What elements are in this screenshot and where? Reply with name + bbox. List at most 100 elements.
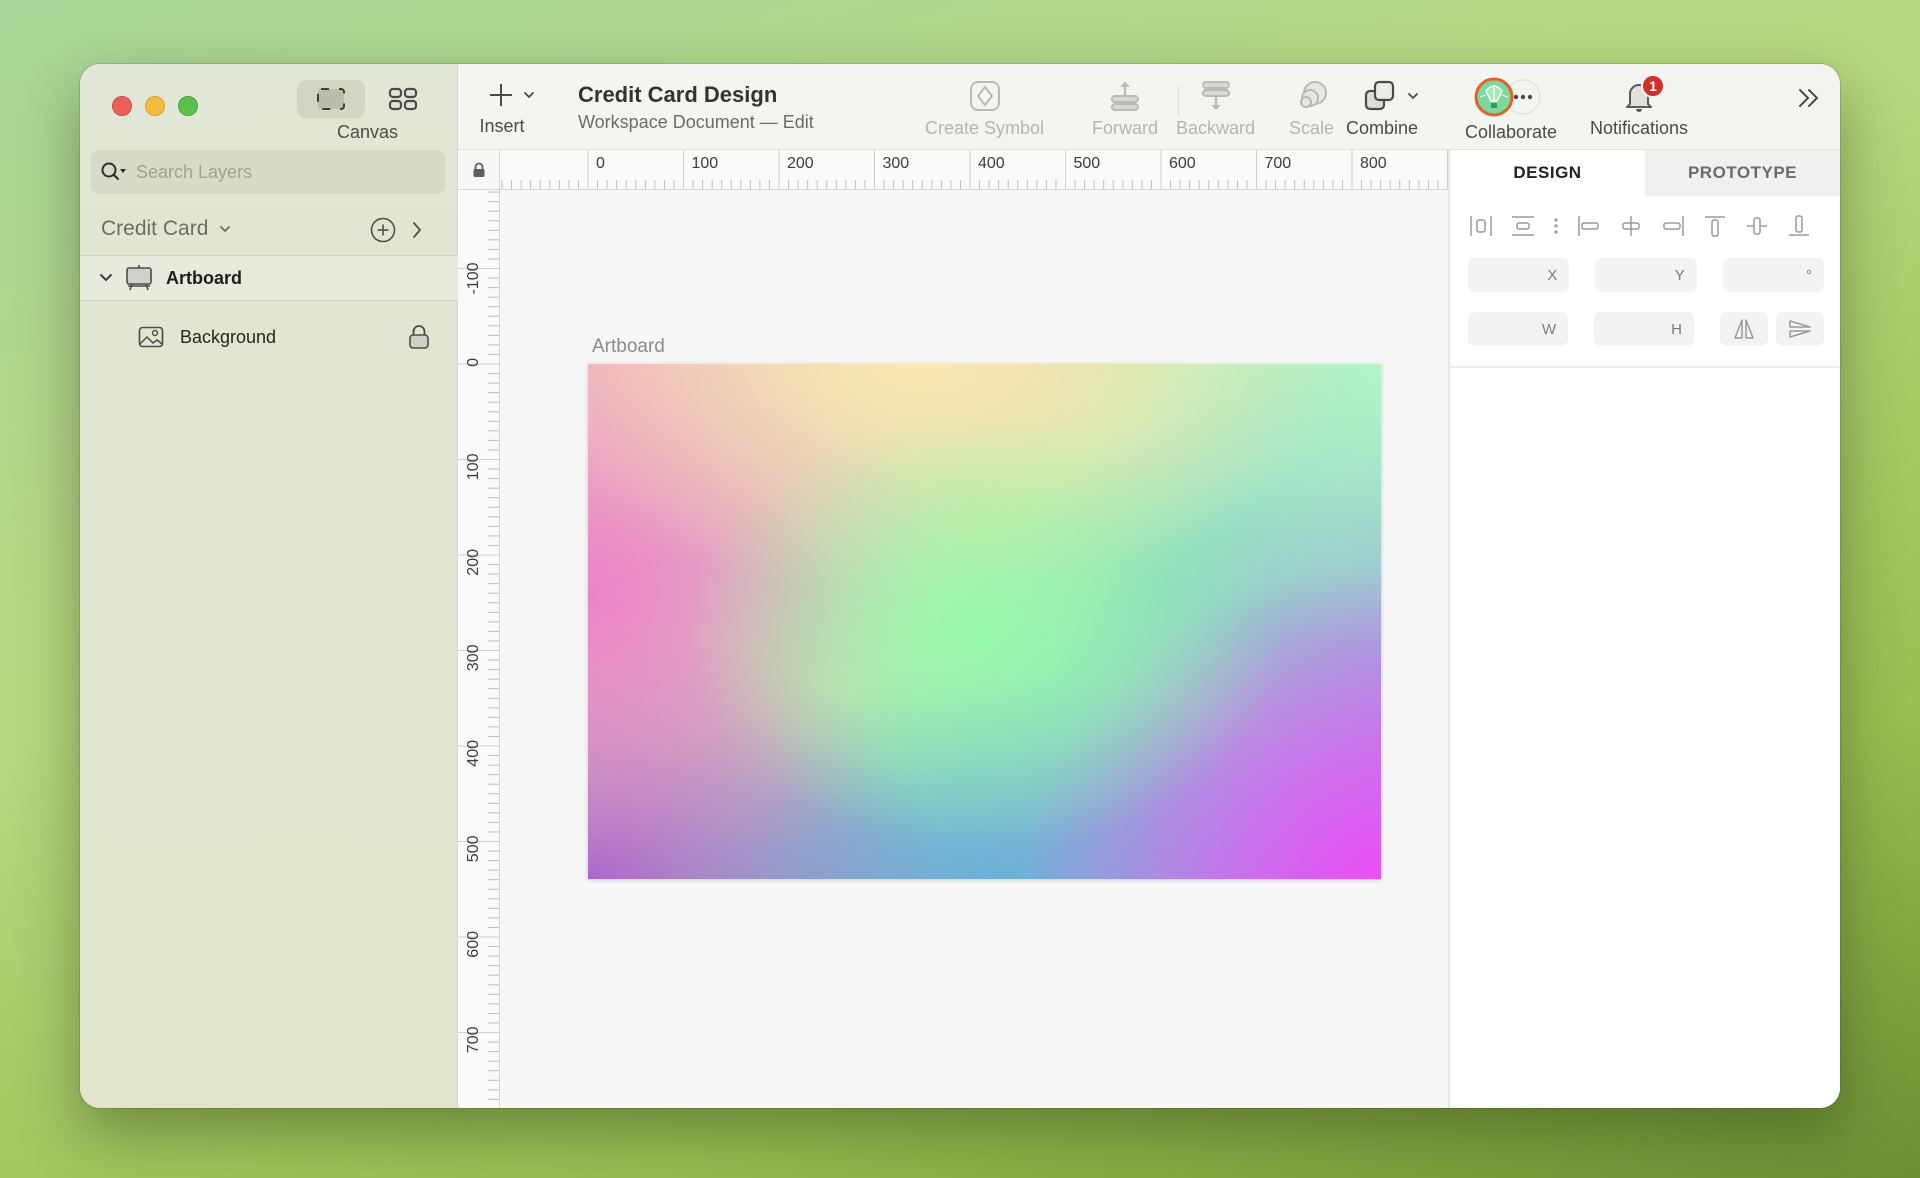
x-input[interactable]	[1483, 266, 1544, 284]
combine-button[interactable]: Combine	[1346, 80, 1420, 139]
image-icon	[138, 326, 164, 348]
backward-button[interactable]: Backward	[1176, 80, 1255, 139]
ruler-lock-toggle[interactable]	[458, 150, 500, 190]
create-symbol-button[interactable]: Create Symbol	[925, 80, 1044, 139]
flip-vertical-button[interactable]	[1776, 312, 1824, 346]
maximize-window-button[interactable]	[178, 96, 198, 116]
align-center-horizontal-icon[interactable]	[1618, 214, 1644, 238]
view-mode-label: Canvas	[337, 122, 399, 142]
lock-icon	[409, 325, 429, 349]
layer-row-artboard[interactable]: Artboard	[80, 255, 458, 301]
ruler-label: 300	[465, 644, 482, 671]
flip-horizontal-icon	[1734, 319, 1754, 339]
more-vertical-icon[interactable]	[1552, 214, 1560, 238]
document-title-block[interactable]: Credit Card Design Workspace Document — …	[578, 82, 814, 133]
collaborate-button[interactable]: Collaborate	[1465, 77, 1558, 143]
align-right-icon[interactable]	[1660, 214, 1686, 238]
tab-design[interactable]: DESIGN	[1450, 150, 1645, 196]
search-layers-field[interactable]	[90, 150, 446, 194]
align-bottom-icon[interactable]	[1786, 214, 1812, 238]
collaborator-avatar[interactable]	[1474, 77, 1514, 117]
y-label: Y	[1674, 266, 1685, 284]
double-chevron-right-icon	[1799, 89, 1819, 107]
rotation-input[interactable]	[1741, 266, 1802, 284]
vertical-ruler-ticks: -100 0 100 200 300 400 500 600 700	[458, 191, 499, 1100]
artboard-title[interactable]: Artboard	[592, 336, 665, 358]
unlock-layer-button[interactable]	[408, 324, 430, 350]
collaborate-label: Collaborate	[1465, 122, 1558, 142]
ruler-label: 200	[787, 155, 814, 172]
forward-label: Forward	[1092, 118, 1159, 138]
ruler-label: 800	[1360, 155, 1387, 172]
rotation-label: °	[1805, 266, 1812, 284]
ruler-label: 500	[1074, 155, 1101, 172]
layer-name: Background	[180, 326, 277, 347]
minimize-window-button[interactable]	[145, 96, 165, 116]
notifications-button[interactable]: 1 Notifications	[1590, 74, 1689, 139]
search-layers-input[interactable]	[136, 161, 426, 183]
align-middle-vertical-icon[interactable]	[1744, 214, 1770, 238]
ruler-label: -100	[465, 262, 482, 294]
plus-circle-icon	[370, 217, 396, 243]
ruler-label: 100	[692, 155, 719, 172]
page-name: Credit Card	[101, 217, 209, 240]
combine-label: Combine	[1345, 118, 1419, 138]
height-label: H	[1671, 320, 1682, 338]
document-title: Credit Card Design	[578, 82, 778, 107]
rotation-field[interactable]: °	[1722, 258, 1824, 292]
canvas-view-icon	[317, 88, 345, 110]
chevron-right-icon	[413, 222, 422, 238]
tab-prototype[interactable]: PROTOTYPE	[1645, 150, 1840, 196]
notifications-label: Notifications	[1590, 118, 1689, 138]
width-input[interactable]	[1477, 320, 1538, 338]
grid-view-icon	[388, 87, 418, 111]
align-top-icon[interactable]	[1702, 214, 1728, 238]
canvas-view-button[interactable]	[297, 80, 365, 118]
expand-toolbar-button[interactable]	[1796, 86, 1822, 110]
insert-button[interactable]: Insert	[479, 80, 536, 137]
lock-icon	[473, 162, 484, 177]
grid-view-button[interactable]	[369, 80, 437, 118]
width-field[interactable]: W	[1468, 312, 1568, 346]
y-input[interactable]	[1610, 266, 1671, 284]
backward-label: Backward	[1176, 118, 1256, 138]
distribute-horizontal-icon[interactable]	[1468, 214, 1494, 238]
close-window-button[interactable]	[112, 96, 132, 116]
align-left-icon[interactable]	[1576, 214, 1602, 238]
scale-label: Scale	[1289, 118, 1335, 138]
height-field[interactable]: H	[1594, 312, 1694, 346]
pages-expand-button[interactable]	[410, 219, 424, 241]
toolbar: Insert Credit Card Design Workspace Docu…	[458, 64, 1840, 150]
ruler-label: 700	[465, 1026, 482, 1053]
artboard-background-gradient[interactable]	[588, 364, 1381, 879]
height-input[interactable]	[1607, 320, 1668, 338]
scale-button[interactable]: Scale	[1289, 80, 1334, 139]
insert-label: Insert	[479, 116, 525, 136]
flip-horizontal-button[interactable]	[1720, 312, 1768, 346]
x-field[interactable]: X	[1468, 258, 1570, 292]
document-subtitle: Workspace Document — Edit	[578, 112, 814, 132]
ruler-label: 0	[465, 358, 482, 367]
view-toggle	[297, 80, 437, 118]
add-page-button[interactable]	[370, 217, 396, 243]
layer-row-background[interactable]: Background	[80, 314, 458, 360]
chevron-down-icon[interactable]	[98, 272, 114, 284]
page-selector[interactable]: Credit Card	[80, 204, 458, 254]
chevron-down-icon	[524, 92, 534, 99]
position-fields: X Y °	[1450, 258, 1840, 292]
x-label: X	[1547, 266, 1558, 284]
vertical-ruler[interactable]: -100 0 100 200 300 400 500 600 700	[458, 190, 500, 1108]
design-canvas[interactable]: Artboard	[500, 190, 1448, 1108]
create-symbol-label: Create Symbol	[925, 118, 1045, 138]
ruler-label: 100	[465, 453, 482, 480]
distribute-vertical-icon[interactable]	[1510, 214, 1536, 238]
layer-name: Artboard	[166, 267, 242, 288]
ruler-label: 0	[596, 155, 605, 172]
artboard-icon	[126, 265, 152, 291]
y-field[interactable]: Y	[1595, 258, 1697, 292]
horizontal-ruler[interactable]: 0 100 200 300 400 500 600 700 800	[500, 150, 1448, 190]
notification-badge: 1	[1641, 74, 1666, 98]
forward-button[interactable]: Forward	[1092, 80, 1158, 139]
app-window: Canvas Credit Card	[80, 64, 1840, 1108]
search-icon	[101, 162, 126, 181]
